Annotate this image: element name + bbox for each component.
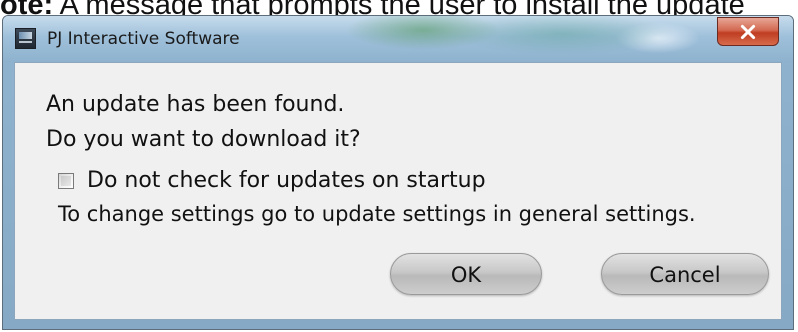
update-dialog-window: PJ Interactive Software An update has be… <box>2 15 794 330</box>
close-button[interactable] <box>717 17 779 46</box>
app-icon <box>15 28 36 49</box>
window-title: PJ Interactive Software <box>47 29 240 49</box>
close-icon <box>740 24 756 40</box>
startup-check-checkbox[interactable] <box>58 173 74 189</box>
update-found-message: An update has been found. <box>46 92 345 117</box>
title-bar[interactable]: PJ Interactive Software <box>3 16 793 62</box>
startup-check-label[interactable]: Do not check for updates on startup <box>87 168 486 194</box>
ok-button[interactable]: OK <box>390 253 542 295</box>
settings-hint-text: To change settings go to update settings… <box>58 202 696 226</box>
cancel-button[interactable]: Cancel <box>601 253 769 295</box>
download-question: Do you want to download it? <box>46 127 361 152</box>
dialog-body: An update has been found. Do you want to… <box>14 62 782 320</box>
